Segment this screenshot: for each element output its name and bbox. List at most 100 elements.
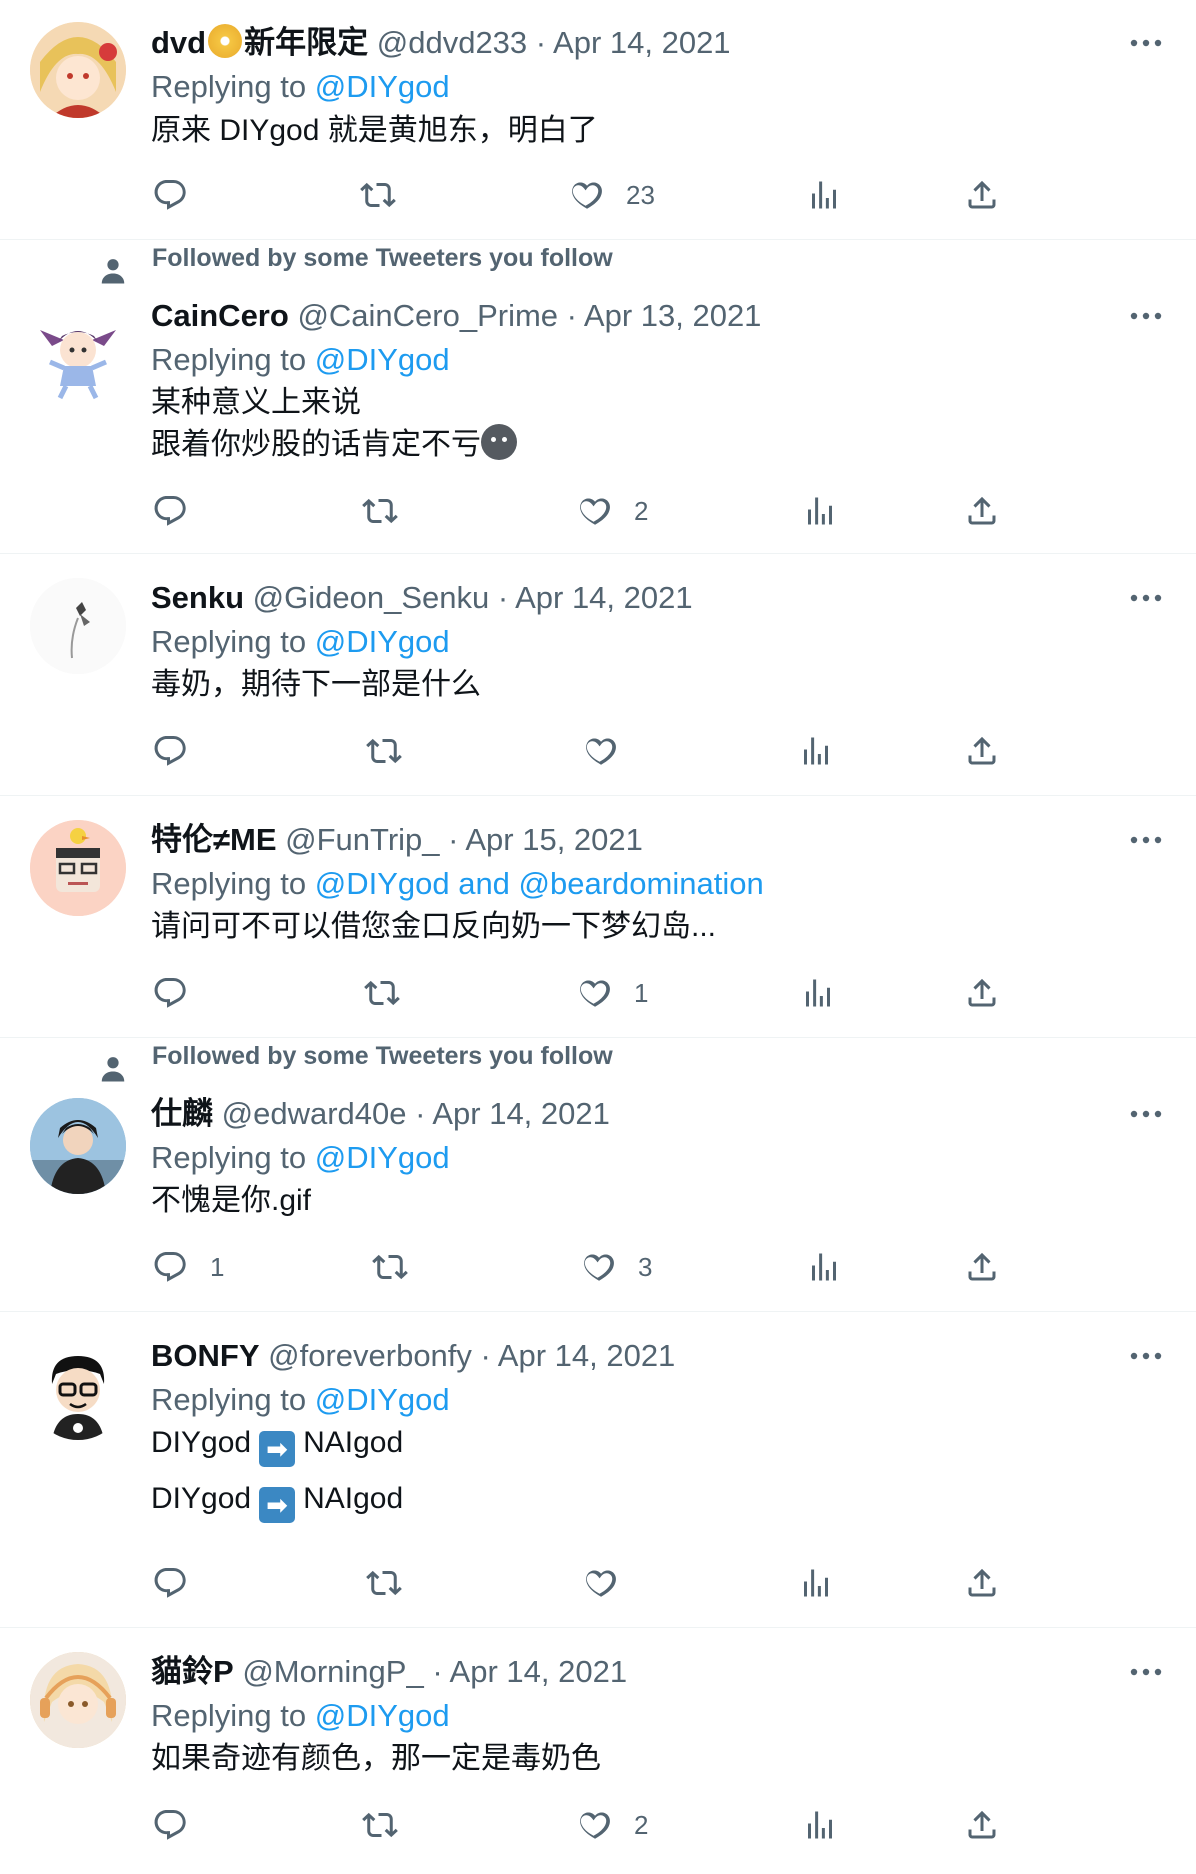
timestamp[interactable]: · Apr 13, 2021 [567, 298, 762, 333]
reply-icon [154, 496, 186, 526]
views-button[interactable] [806, 170, 842, 220]
more-options-icon[interactable] [1126, 830, 1166, 850]
avatar[interactable] [30, 306, 126, 402]
retweet-icon [360, 182, 396, 208]
replying-to-link[interactable]: @DIYgod [315, 1382, 450, 1417]
avatar[interactable] [30, 22, 126, 118]
like-count: 2 [634, 1809, 649, 1840]
heart-icon [580, 498, 610, 525]
more-options-icon[interactable] [1126, 33, 1166, 53]
share-button[interactable] [964, 486, 1000, 536]
handle[interactable]: @ddvd233 [377, 25, 527, 60]
display-name[interactable]: BONFY [151, 1338, 260, 1373]
views-button[interactable] [798, 726, 834, 776]
more-options-icon[interactable] [1126, 1104, 1166, 1124]
like-button[interactable] [582, 726, 618, 776]
timestamp[interactable]: · Apr 14, 2021 [432, 1654, 627, 1689]
reply-button[interactable] [152, 1558, 188, 1608]
reply-button[interactable]: 1 [152, 1242, 224, 1292]
more-options-icon[interactable] [1126, 306, 1166, 326]
avatar[interactable] [30, 820, 126, 916]
replying-to-link[interactable]: @DIYgod [315, 342, 450, 377]
bar-chart-icon [812, 181, 836, 209]
avatar[interactable] [30, 1652, 126, 1748]
more-options-icon[interactable] [1126, 588, 1166, 608]
like-button[interactable]: 1 [576, 968, 648, 1018]
like-button[interactable]: 23 [568, 170, 655, 220]
handle[interactable]: @foreverbonfy [268, 1338, 472, 1373]
retweet-button[interactable] [366, 726, 402, 776]
retweet-button[interactable] [372, 1242, 408, 1292]
right-arrow-emoji-icon: ➡ [259, 1431, 296, 1467]
tweet[interactable]: 特伦≠ME @FunTrip_ · Apr 15, 2021 Replying … [0, 796, 1196, 1038]
timestamp[interactable]: · Apr 14, 2021 [481, 1338, 676, 1373]
like-button[interactable] [582, 1558, 618, 1608]
reply-icon [154, 1252, 186, 1282]
replying-to-link[interactable]: @DIYgod [315, 1698, 450, 1733]
share-button[interactable] [964, 170, 1000, 220]
retweet-button[interactable] [366, 1558, 402, 1608]
timestamp[interactable]: · Apr 14, 2021 [415, 1096, 610, 1131]
avatar[interactable] [30, 1098, 126, 1194]
handle[interactable]: @CainCero_Prime [297, 298, 558, 333]
views-button[interactable] [802, 1800, 838, 1850]
timestamp[interactable]: · Apr 14, 2021 [536, 25, 731, 60]
tweet[interactable]: 貓鈴P @MorningP_ · Apr 14, 2021 Replying t… [0, 1628, 1196, 1874]
share-button[interactable] [964, 1242, 1000, 1292]
views-button[interactable] [806, 1242, 842, 1292]
display-name[interactable]: 特伦≠ME [151, 822, 277, 857]
tweet[interactable]: dvd 新年限定 @ddvd233 · Apr 14, 2021 Replying… [0, 0, 1196, 240]
tweet-text: 毒奶，期待下一部是什么 [151, 668, 481, 701]
handle[interactable]: @edward40e [222, 1096, 407, 1131]
retweet-button[interactable] [360, 170, 418, 220]
tweet[interactable]: BONFY @foreverbonfy · Apr 14, 2021 Reply… [0, 1312, 1196, 1628]
like-button[interactable]: 3 [580, 1242, 652, 1292]
timestamp[interactable]: · Apr 14, 2021 [498, 580, 693, 615]
views-button[interactable] [800, 968, 836, 1018]
replying-to-link[interactable]: @DIYgod [315, 69, 450, 104]
reply-button[interactable] [152, 1800, 188, 1850]
views-button[interactable] [802, 486, 838, 536]
share-button[interactable] [964, 1558, 1000, 1608]
avatar[interactable] [30, 1344, 126, 1440]
tweet[interactable]: Followed by some Tweeters you follow Cai… [0, 240, 1196, 554]
handle[interactable]: @Gideon_Senku [253, 580, 490, 615]
retweet-button[interactable] [364, 968, 400, 1018]
display-name[interactable]: dvd [151, 25, 206, 60]
tweet[interactable]: Senku @Gideon_Senku · Apr 14, 2021 Reply… [0, 554, 1196, 796]
display-name[interactable]: Senku [151, 580, 244, 615]
share-button[interactable] [964, 726, 1000, 776]
handle[interactable]: @FunTrip_ [285, 822, 439, 857]
handle[interactable]: @MorningP_ [242, 1654, 423, 1689]
retweet-icon [362, 498, 398, 524]
views-button[interactable] [798, 1558, 834, 1608]
more-options-icon[interactable] [1126, 1346, 1166, 1366]
bar-chart-icon [806, 979, 830, 1007]
action-bar [0, 1558, 1196, 1608]
share-button[interactable] [964, 968, 1000, 1018]
display-name[interactable]: 貓鈴P [151, 1654, 234, 1689]
retweet-button[interactable] [362, 1800, 398, 1850]
more-options-icon[interactable] [1126, 1662, 1166, 1682]
retweet-button[interactable] [362, 486, 398, 536]
replying-to-link[interactable]: @DIYgod [315, 1140, 450, 1175]
timestamp[interactable]: · Apr 15, 2021 [448, 822, 643, 857]
replying-to-link[interactable]: @DIYgod and @beardomination [315, 866, 764, 901]
share-icon [968, 1810, 996, 1839]
display-name[interactable]: CainCero [151, 298, 289, 333]
retweet-icon [364, 980, 400, 1006]
tweet[interactable]: Followed by some Tweeters you follow 仕麟 … [0, 1038, 1196, 1312]
like-button[interactable]: 2 [576, 1800, 648, 1850]
reply-icon [154, 1568, 186, 1598]
replying-to-link[interactable]: @DIYgod [315, 624, 450, 659]
reply-button[interactable] [152, 968, 188, 1018]
display-name[interactable]: 仕麟 [151, 1096, 213, 1131]
tweet-text: 不愧是你.gif [151, 1184, 312, 1217]
share-button[interactable] [964, 1800, 1000, 1850]
reply-button[interactable] [152, 486, 188, 536]
like-button[interactable]: 2 [576, 486, 648, 536]
avatar[interactable] [30, 578, 126, 674]
reply-button[interactable] [152, 726, 188, 776]
reply-button[interactable] [152, 170, 210, 220]
tweet-header: BONFY @foreverbonfy · Apr 14, 2021 [151, 1336, 675, 1376]
